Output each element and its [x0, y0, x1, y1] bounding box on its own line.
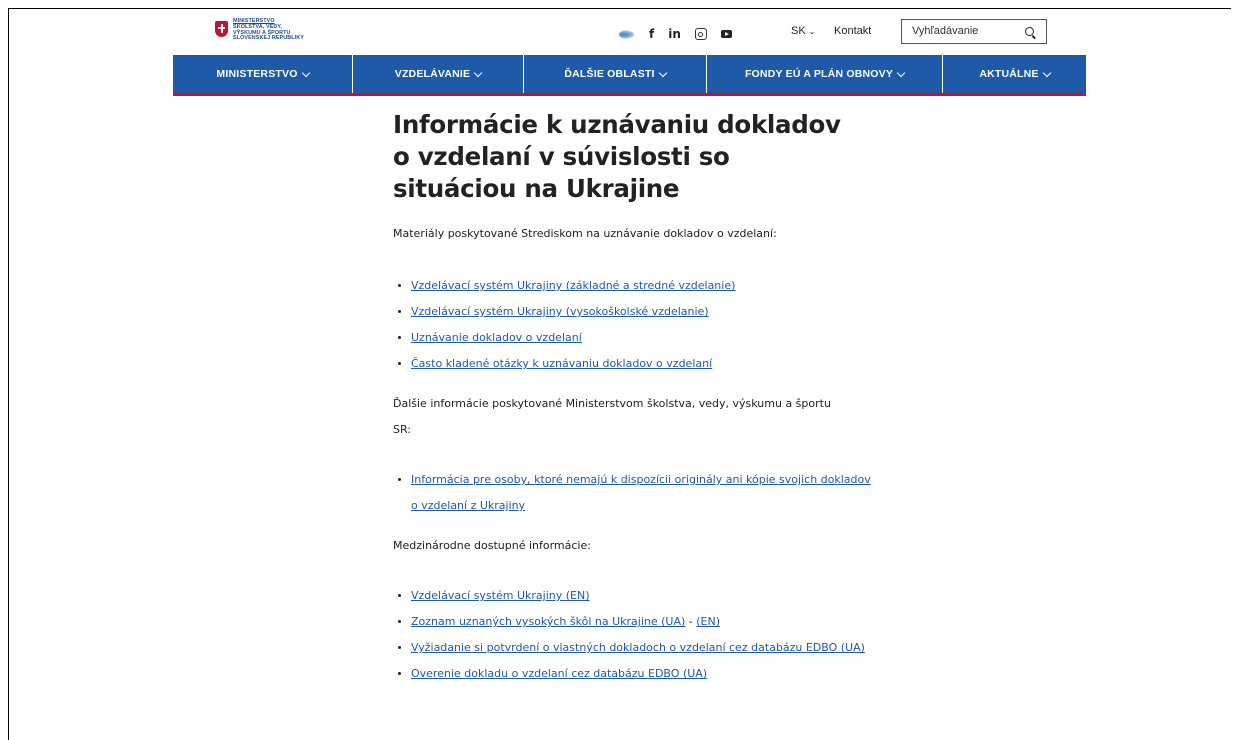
youtube-icon[interactable] [720, 30, 732, 38]
medzinarodne-links-list: Vzdelávací systém Ukrajiny (EN) Zoznam u… [393, 583, 871, 687]
list-item: Vzdelávací systém Ukrajiny (EN) [398, 583, 871, 609]
link-zoznam-skol-ua[interactable]: Zoznam uznaných vysokých škôl na Ukrajin… [411, 615, 685, 628]
link-informacia-pre-osoby[interactable]: Informácia pre osoby, ktoré nemajú k dis… [411, 473, 871, 512]
nav-item-ministerstvo[interactable]: MINISTERSTVO [173, 55, 353, 93]
link-vzdelavaci-system-en[interactable]: Vzdelávací systém Ukrajiny (EN) [411, 589, 590, 602]
facebook-icon[interactable]: f [649, 27, 654, 41]
nav-item-fondy-eu[interactable]: FONDY EÚ A PLÁN OBNOVY [707, 55, 943, 93]
contact-link[interactable]: Kontakt [834, 25, 871, 37]
language-label: SK [791, 25, 806, 37]
chevron-down-icon [301, 68, 310, 77]
chevron-down-icon [658, 68, 667, 77]
link-vyziadanie-potvrdeni-edbo[interactable]: Vyžiadanie si potvrdení o vlastných dokl… [411, 641, 865, 654]
search-box [901, 19, 1047, 44]
nav-item-label: ĎALŠIE OBLASTI [564, 68, 655, 80]
nav-item-label: MINISTERSTVO [216, 68, 298, 80]
chevron-down-icon [896, 68, 906, 77]
link-faq-uznavanie[interactable]: Často kladené otázky k uznávaniu doklado… [411, 357, 712, 370]
eu-flag-icon[interactable] [619, 29, 635, 39]
link-overenie-dokladu-edbo[interactable]: Overenie dokladu o vzdelaní cez databázu… [411, 667, 707, 680]
list-item: Vzdelávací systém Ukrajiny (vysokoškolsk… [398, 299, 853, 325]
social-links: f in [619, 27, 732, 41]
main-nav: MINISTERSTVO VZDELÁVANIE ĎALŠIE OBLASTI … [173, 55, 1086, 93]
strediska-links-list: Vzdelávací systém Ukrajiny (základné a s… [393, 273, 853, 377]
list-item: Zoznam uznaných vysokých škôl na Ukrajin… [398, 609, 871, 635]
logo-text: MINISTERSTVO ŠKOLSTVA, VEDY, VÝSKUMU A Š… [233, 18, 304, 42]
site-header: MINISTERSTVO ŠKOLSTVA, VEDY, VÝSKUMU A Š… [171, 9, 1087, 55]
link-separator: - [685, 615, 697, 628]
nav-underline [173, 93, 1086, 96]
list-item: Vyžiadanie si potvrdení o vlastných dokl… [398, 635, 871, 661]
chevron-down-icon [474, 68, 483, 77]
nav-item-label: AKTUÁLNE [979, 68, 1039, 80]
search-icon[interactable] [1025, 27, 1034, 36]
instagram-icon[interactable] [694, 28, 707, 40]
nav-item-vzdelavanie[interactable]: VZDELÁVANIE [353, 55, 524, 93]
slovak-coat-of-arms-icon [215, 21, 228, 37]
intro-text-ministerstvo: Ďalšie informácie poskytované Ministerst… [393, 397, 831, 436]
linkedin-icon[interactable]: in [668, 27, 681, 41]
logo-line: SLOVENSKEJ REPUBLIKY [233, 35, 304, 42]
list-item: Informácia pre osoby, ktoré nemajú k dis… [398, 467, 871, 519]
search-input[interactable] [912, 25, 1022, 37]
list-item: Uznávanie dokladov o vzdelaní [398, 325, 853, 351]
list-item: Overenie dokladu o vzdelaní cez databázu… [398, 661, 871, 687]
language-selector[interactable]: SK ⌄ [791, 25, 815, 37]
chevron-down-icon [1042, 68, 1051, 77]
intro-text-strediska: Materiály poskytované Strediskom na uzná… [393, 227, 777, 240]
ministerstvo-links-list: Informácia pre osoby, ktoré nemajú k dis… [393, 467, 871, 519]
article-content: Informácie k uznávaniu dokladov o vzdela… [393, 109, 871, 687]
link-vzdelavaci-system-vysokoskolske[interactable]: Vzdelávací systém Ukrajiny (vysokoškolsk… [411, 305, 709, 318]
nav-item-dalsie-oblasti[interactable]: ĎALŠIE OBLASTI [524, 55, 707, 93]
browser-page: MINISTERSTVO ŠKOLSTVA, VEDY, VÝSKUMU A Š… [8, 8, 1231, 740]
link-uznavanie-dokladov[interactable]: Uznávanie dokladov o vzdelaní [411, 331, 582, 344]
ministry-logo[interactable]: MINISTERSTVO ŠKOLSTVA, VEDY, VÝSKUMU A Š… [215, 18, 304, 49]
link-zoznam-skol-en[interactable]: (EN) [696, 615, 720, 628]
intro-text-medzinarodne: Medzinárodne dostupné informácie: [393, 539, 591, 552]
list-item: Často kladené otázky k uznávaniu doklado… [398, 351, 853, 377]
nav-item-aktualne[interactable]: AKTUÁLNE [943, 55, 1086, 93]
chevron-down-icon: ⌄ [808, 27, 816, 36]
nav-item-label: VZDELÁVANIE [394, 68, 471, 80]
list-item: Vzdelávací systém Ukrajiny (základné a s… [398, 273, 853, 299]
nav-item-label: FONDY EÚ A PLÁN OBNOVY [744, 68, 894, 80]
page-title: Informácie k uznávaniu dokladov o vzdela… [393, 110, 841, 203]
link-vzdelavaci-system-zakladne[interactable]: Vzdelávací systém Ukrajiny (základné a s… [411, 279, 735, 292]
